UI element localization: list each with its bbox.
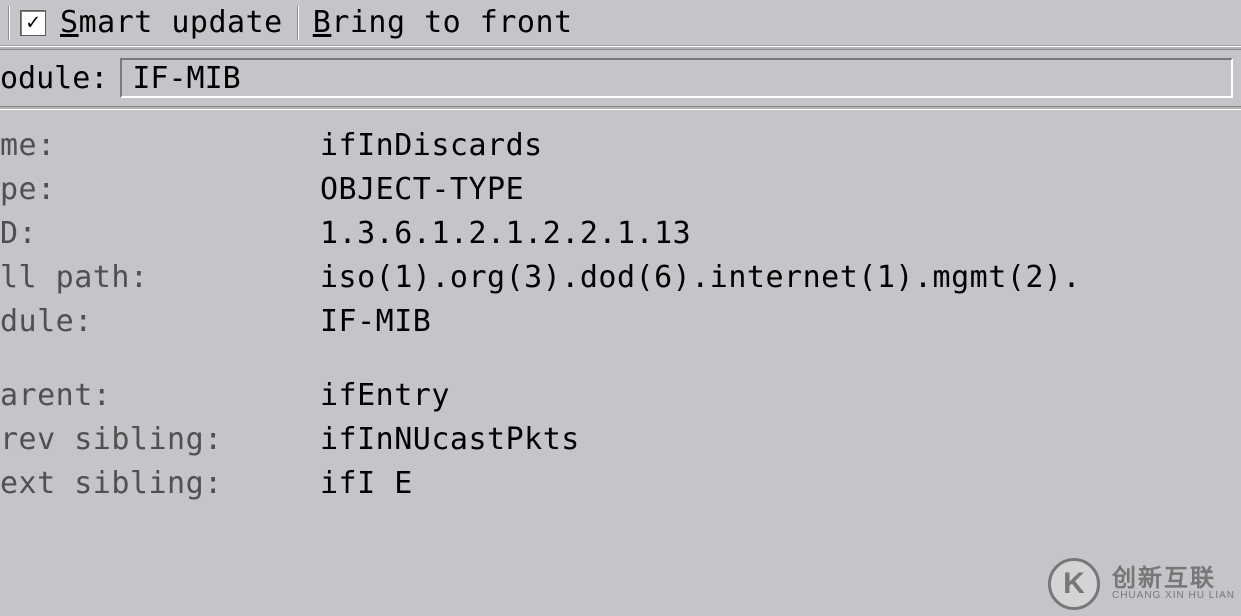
detail-row-module: dule: IF-MIB xyxy=(0,300,1241,344)
detail-value-type: OBJECT-TYPE xyxy=(320,168,524,212)
watermark-text-big: 创新互联 xyxy=(1112,566,1235,591)
details-panel: me: ifInDiscards pe: OBJECT-TYPE D: 1.3.… xyxy=(0,110,1241,506)
detail-row-prev-sibling: rev sibling: ifInNUcastPkts xyxy=(0,418,1241,462)
detail-value-module: IF-MIB xyxy=(320,300,431,344)
detail-label-full-path: ll path: xyxy=(0,256,320,300)
detail-value-prev-sibling: ifInNUcastPkts xyxy=(320,418,580,462)
detail-row-parent: arent: ifEntry xyxy=(0,374,1241,418)
detail-row-full-path: ll path: iso(1).org(3).dod(6).internet(1… xyxy=(0,256,1241,300)
detail-row-name: me: ifInDiscards xyxy=(0,124,1241,168)
detail-row-type: pe: OBJECT-TYPE xyxy=(0,168,1241,212)
watermark: K 创新互联 CHUANG XIN HU LIAN xyxy=(1048,558,1235,610)
detail-value-next-sibling: ifI E xyxy=(320,462,413,506)
module-row: odule: xyxy=(0,50,1241,106)
detail-value-full-path: iso(1).org(3).dod(6).internet(1).mgmt(2)… xyxy=(320,256,1081,300)
detail-label-prev-sibling: rev sibling: xyxy=(0,418,320,462)
toolbar: ✓ Smart update Bring to front xyxy=(0,0,1241,46)
watermark-text-small: CHUANG XIN HU LIAN xyxy=(1112,591,1235,602)
detail-label-next-sibling: ext sibling: xyxy=(0,462,320,506)
watermark-logo-icon: K xyxy=(1048,558,1100,610)
detail-row-oid: D: 1.3.6.1.2.1.2.2.1.13 xyxy=(0,212,1241,256)
module-input[interactable] xyxy=(120,58,1233,98)
detail-label-name: me: xyxy=(0,124,320,168)
module-label: odule: xyxy=(0,61,108,96)
detail-value-name: ifInDiscards xyxy=(320,124,543,168)
smart-update-checkbox[interactable]: ✓ xyxy=(20,10,46,36)
detail-label-oid: D: xyxy=(0,212,320,256)
toolbar-divider xyxy=(8,6,10,40)
watermark-text: 创新互联 CHUANG XIN HU LIAN xyxy=(1112,566,1235,602)
bring-to-front-button[interactable]: Bring to front xyxy=(309,5,577,40)
detail-value-parent: ifEntry xyxy=(320,374,450,418)
smart-update-label[interactable]: Smart update xyxy=(56,5,287,40)
toolbar-divider xyxy=(297,6,299,40)
detail-label-type: pe: xyxy=(0,168,320,212)
detail-label-module: dule: xyxy=(0,300,320,344)
detail-label-parent: arent: xyxy=(0,374,320,418)
spacer xyxy=(0,344,1241,374)
detail-row-next-sibling: ext sibling: ifI E xyxy=(0,462,1241,506)
watermark-logo-letter: K xyxy=(1063,567,1085,601)
detail-value-oid: 1.3.6.1.2.1.2.2.1.13 xyxy=(320,212,691,256)
